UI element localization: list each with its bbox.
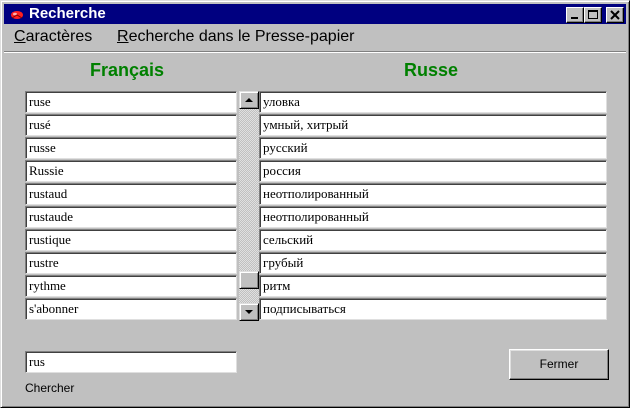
menu-divider [4, 51, 626, 53]
french-word-cell[interactable]: rustaud [25, 183, 237, 205]
scroll-up-icon [245, 98, 253, 102]
menu-recherche-accel: R [117, 28, 129, 45]
russian-translation-cell[interactable]: сельский [259, 229, 607, 251]
menu-recherche-presse-papier[interactable]: Recherche dans le Presse-papier [117, 28, 354, 46]
scroll-up-button[interactable] [239, 91, 259, 109]
french-word-cell[interactable]: rythme [25, 275, 237, 297]
menu-caracteres-accel: C [14, 28, 26, 45]
app-icon [10, 8, 24, 20]
french-word-cell[interactable]: rustique [25, 229, 237, 251]
russian-translation-cell[interactable]: ритм [259, 275, 607, 297]
minimize-icon [571, 17, 578, 19]
menu-caracteres-label: aractères [25, 28, 93, 45]
search-label: Chercher [25, 381, 75, 395]
russian-translation-cell[interactable]: неотполированный [259, 206, 607, 228]
scroll-thumb[interactable] [239, 270, 259, 289]
russian-translation-cell[interactable]: уловка [259, 91, 607, 113]
french-word-cell[interactable]: rusé [25, 114, 237, 136]
search-input[interactable]: rus [25, 351, 237, 373]
russian-translation-cell[interactable]: подписываться [259, 298, 607, 320]
menu-caracteres[interactable]: Caractères [14, 28, 92, 46]
window-title: Recherche [29, 5, 106, 22]
french-word-cell[interactable]: rustre [25, 252, 237, 274]
russian-translation-cell[interactable]: россия [259, 160, 607, 182]
french-word-cell[interactable]: rustaude [25, 206, 237, 228]
close-icon [610, 10, 620, 20]
menu-recherche-label: echerche dans le Presse-papier [128, 28, 355, 45]
close-button[interactable]: Fermer [509, 349, 609, 380]
close-window-button[interactable] [606, 7, 624, 23]
title-bar[interactable]: Recherche [4, 4, 626, 24]
russian-translation-cell[interactable]: грубый [259, 252, 607, 274]
french-column-header: Français [90, 60, 165, 80]
dictionary-window: Recherche Caractères Recherche dans le P… [0, 0, 630, 408]
russian-column-header: Russe [404, 60, 459, 80]
word-list-scrollbar[interactable] [239, 91, 259, 321]
scroll-down-button[interactable] [239, 303, 259, 321]
minimize-button[interactable] [566, 7, 584, 23]
scroll-down-icon [245, 310, 253, 314]
french-word-cell[interactable]: ruse [25, 91, 237, 113]
russian-translation-cell[interactable]: неотполированный [259, 183, 607, 205]
menu-bar: Caractères Recherche dans le Presse-papi… [4, 26, 626, 48]
russian-translation-cell[interactable]: умный, хитрый [259, 114, 607, 136]
russian-translation-cell[interactable]: русский [259, 137, 607, 159]
french-word-cell[interactable]: russe [25, 137, 237, 159]
french-word-cell[interactable]: s'abonner [25, 298, 237, 320]
maximize-icon [588, 10, 598, 19]
maximize-button[interactable] [584, 7, 602, 23]
french-word-cell[interactable]: Russie [25, 160, 237, 182]
